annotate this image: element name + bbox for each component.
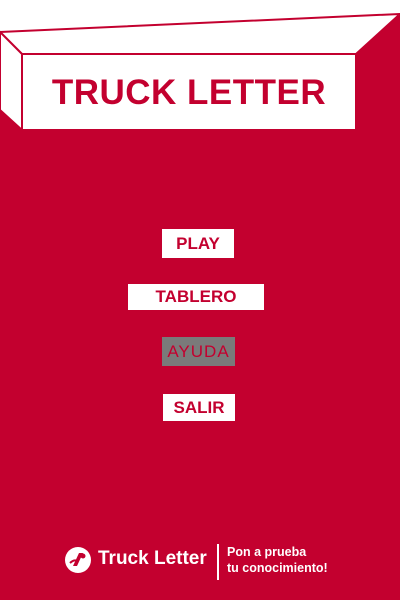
footer-divider (217, 544, 219, 580)
truck-letter-logo-icon (65, 547, 91, 573)
tagline-line-1: Pon a prueba (227, 545, 307, 559)
footer-branding: Truck Letter Pon a prueba tu conocimient… (0, 540, 400, 584)
board-button[interactable]: TABLERO (128, 284, 264, 310)
main-menu-screen: TRUCK LETTER PLAY TABLERO AYUDA SALIR Tr… (0, 0, 400, 600)
title-banner: TRUCK LETTER (0, 0, 400, 140)
game-title: TRUCK LETTER (51, 73, 327, 112)
brand-name: Truck Letter (98, 548, 207, 569)
tagline-line-2: tu conocimiento! (227, 561, 328, 575)
exit-button[interactable]: SALIR (163, 394, 235, 421)
help-button[interactable]: AYUDA (162, 337, 235, 366)
play-button[interactable]: PLAY (162, 229, 234, 258)
tagline: Pon a prueba tu conocimiento! (227, 544, 328, 576)
